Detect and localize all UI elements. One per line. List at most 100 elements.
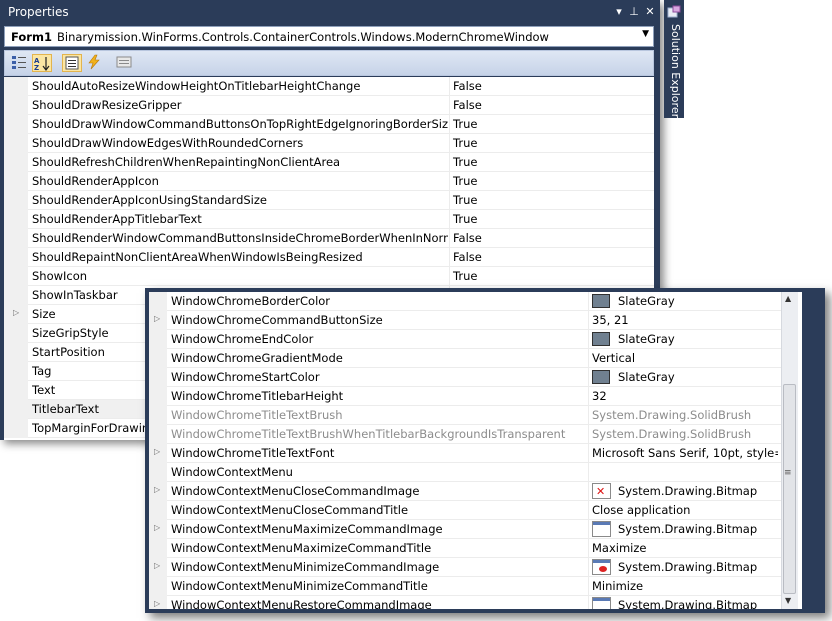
property-row[interactable]: ShouldDrawWindowCommandButtonsOnTopRight… — [4, 115, 654, 134]
property-row[interactable]: ShouldRenderAppIconUsingStandardSize True — [4, 191, 654, 210]
row-gutter — [4, 419, 28, 438]
property-row[interactable]: WindowContextMenuCloseCommandTitle Close … — [149, 501, 781, 520]
property-value[interactable]: 32 — [592, 389, 778, 403]
property-value[interactable]: True — [453, 155, 477, 169]
property-value[interactable]: False — [453, 98, 482, 112]
property-row[interactable]: WindowChromeStartColor SlateGray — [149, 368, 781, 387]
property-name: WindowContextMenuMinimizeCommandImage — [171, 560, 440, 574]
column-divider — [449, 77, 450, 96]
scroll-down-arrow-icon[interactable]: ▼ — [785, 596, 791, 605]
property-value[interactable]: SlateGray — [618, 294, 778, 308]
property-row[interactable]: WindowContextMenuMaximizeCommandTitle Max… — [149, 539, 781, 558]
property-value[interactable]: False — [453, 250, 482, 264]
property-value[interactable]: False — [453, 231, 482, 245]
property-row[interactable]: ▷ WindowChromeCommandButtonSize 35, 21 — [149, 311, 781, 330]
property-row[interactable]: WindowContextMenu — [149, 463, 781, 482]
property-row[interactable]: WindowChromeTitlebarHeight 32 — [149, 387, 781, 406]
expand-arrow-icon[interactable]: ▷ — [154, 561, 160, 570]
properties-title: Properties — [8, 5, 69, 19]
window-position-dropdown-button[interactable]: ▾ — [612, 3, 626, 20]
property-value[interactable]: System.Drawing.Bitmap — [618, 560, 778, 574]
property-value[interactable]: True — [453, 269, 477, 283]
expand-arrow-icon[interactable]: ▷ — [13, 308, 19, 317]
column-divider — [588, 387, 589, 406]
property-row[interactable]: WindowChromeTitleTextBrush System.Drawing… — [149, 406, 781, 425]
pin-button[interactable]: ⊥ — [627, 3, 641, 20]
property-row[interactable]: ShouldDrawResizeGripper False — [4, 96, 654, 115]
object-selector[interactable]: Form1 Binarymission.WinForms.Controls.Co… — [4, 26, 654, 47]
property-pages-button[interactable] — [115, 54, 135, 72]
expand-arrow-icon[interactable]: ▷ — [154, 314, 160, 323]
property-row[interactable]: ▷ WindowContextMenuMinimizeCommandImage Sy… — [149, 558, 781, 577]
property-value[interactable]: True — [453, 117, 477, 131]
property-row[interactable]: ShouldRenderAppIcon True — [4, 172, 654, 191]
property-value[interactable]: System.Drawing.SolidBrush — [592, 427, 778, 441]
categorized-view-button[interactable] — [10, 54, 30, 72]
property-value[interactable]: False — [453, 79, 482, 93]
row-gutter — [149, 463, 167, 482]
property-value[interactable]: Microsoft Sans Serif, 10pt, style=Bo — [592, 446, 778, 460]
property-pages-icon — [65, 56, 79, 70]
alphabetical-view-button[interactable]: A Z — [32, 54, 52, 72]
property-row[interactable]: ShouldRenderAppTitlebarText True — [4, 210, 654, 229]
property-value[interactable]: SlateGray — [618, 370, 778, 384]
events-view-button[interactable] — [85, 54, 105, 72]
expand-arrow-icon[interactable]: ▷ — [154, 523, 160, 532]
property-row[interactable]: ShouldDrawWindowEdgesWithRoundedCorners T… — [4, 134, 654, 153]
expand-arrow-icon[interactable]: ▷ — [154, 599, 160, 608]
property-row[interactable]: ShouldAutoResizeWindowHeightOnTitlebarHe… — [4, 77, 654, 96]
scroll-up-arrow-icon[interactable]: ▲ — [785, 294, 791, 303]
property-value[interactable]: System.Drawing.Bitmap — [618, 522, 778, 536]
property-value[interactable]: True — [453, 136, 477, 150]
properties-view-button[interactable] — [62, 54, 82, 72]
property-value[interactable]: Maximize — [592, 541, 778, 555]
row-gutter — [4, 96, 28, 115]
row-gutter — [149, 368, 167, 387]
property-value[interactable]: SlateGray — [618, 332, 778, 346]
property-row[interactable]: WindowChromeTitleTextBrushWhenTitlebarBa… — [149, 425, 781, 444]
property-value[interactable]: 35, 21 — [592, 313, 778, 327]
row-gutter — [149, 387, 167, 406]
close-button[interactable]: ✕ — [643, 3, 657, 20]
property-value[interactable]: True — [453, 193, 477, 207]
property-row[interactable]: ShowIcon True — [4, 267, 654, 286]
row-gutter — [4, 210, 28, 229]
property-row[interactable]: ▷ WindowContextMenuMaximizeCommandImage Sy… — [149, 520, 781, 539]
column-divider — [449, 248, 450, 267]
property-row[interactable]: ShouldRenderWindowCommandButtonsInsideCh… — [4, 229, 654, 248]
property-row[interactable]: ShouldRepaintNonClientAreaWhenWindowIsBe… — [4, 248, 654, 267]
property-name: ShouldDrawResizeGripper — [32, 98, 182, 112]
property-value[interactable]: System.Drawing.Bitmap — [618, 484, 778, 498]
property-row[interactable]: ▷ WindowChromeTitleTextFont Microsoft Sans… — [149, 444, 781, 463]
property-row[interactable]: ShouldRefreshChildrenWhenRepaintingNonCl… — [4, 153, 654, 172]
property-name: WindowChromeTitlebarHeight — [171, 389, 344, 403]
expand-arrow-icon[interactable]: ▷ — [154, 485, 160, 494]
property-row[interactable]: ▷ WindowContextMenuRestoreCommandImage Sys… — [149, 596, 781, 609]
property-name: WindowContextMenuMaximizeCommandImage — [171, 522, 443, 536]
row-gutter — [4, 172, 28, 191]
property-row[interactable]: WindowContextMenuMinimizeCommandTitle Min… — [149, 577, 781, 596]
property-value[interactable]: System.Drawing.Bitmap — [618, 598, 778, 609]
property-value[interactable]: Close application — [592, 503, 778, 517]
scrollbar-thumb[interactable] — [783, 384, 796, 594]
property-name: ShouldRefreshChildrenWhenRepaintingNonCl… — [32, 155, 341, 169]
chevron-down-icon[interactable]: ▼ — [642, 29, 649, 39]
column-divider — [449, 191, 450, 210]
vertical-scrollbar[interactable]: ▲ ≡ ▼ — [781, 292, 798, 609]
property-row[interactable]: WindowChromeEndColor SlateGray — [149, 330, 781, 349]
property-row[interactable]: WindowChromeGradientMode Vertical — [149, 349, 781, 368]
column-divider — [449, 229, 450, 248]
property-row[interactable]: ▷ WindowContextMenuCloseCommandImage ✕ Syst… — [149, 482, 781, 501]
expand-arrow-icon[interactable]: ▷ — [154, 447, 160, 456]
property-value[interactable]: True — [453, 174, 477, 188]
property-value[interactable]: True — [453, 212, 477, 226]
column-divider — [588, 406, 589, 425]
property-grid-2: WindowChromeBorderColor SlateGray ▷ WindowC… — [149, 292, 821, 609]
property-value[interactable]: Vertical — [592, 351, 778, 365]
property-value[interactable]: Minimize — [592, 579, 778, 593]
property-value[interactable]: System.Drawing.SolidBrush — [592, 408, 778, 422]
solution-explorer-icon — [667, 5, 681, 18]
property-row[interactable]: WindowChromeBorderColor SlateGray — [149, 292, 781, 311]
column-divider — [588, 368, 589, 387]
column-divider — [588, 501, 589, 520]
